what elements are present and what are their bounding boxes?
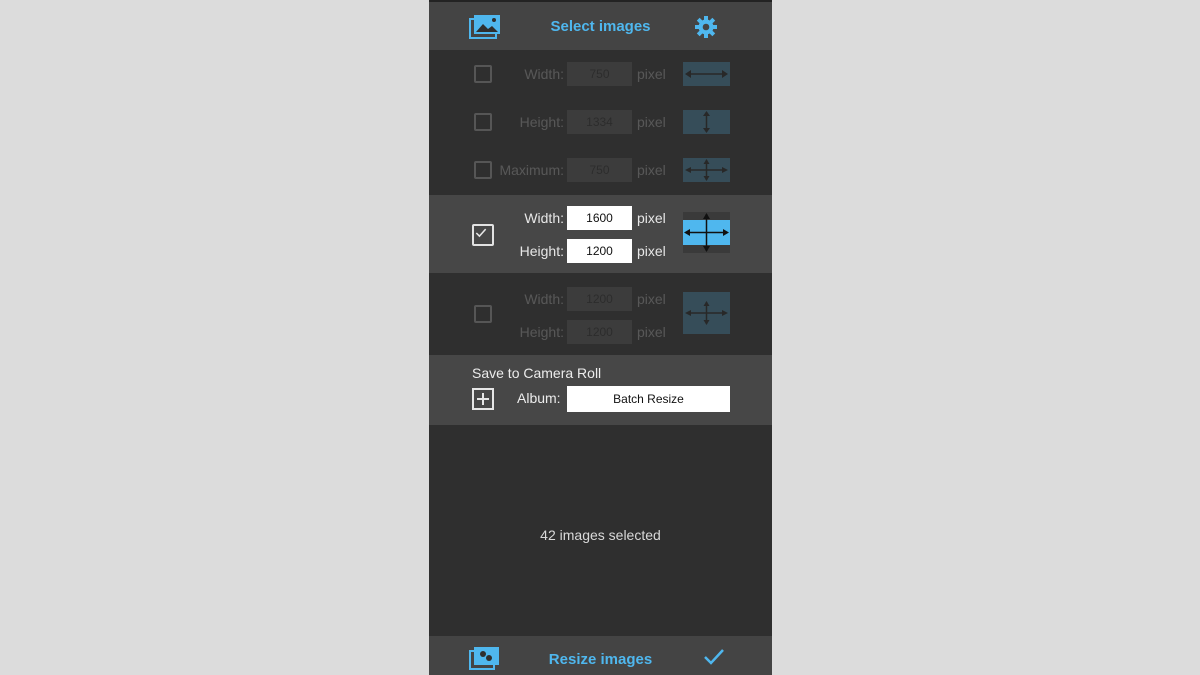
height-field[interactable] xyxy=(567,110,632,134)
stretch-arrows-icon xyxy=(683,212,730,253)
option-width-height-checkbox[interactable] xyxy=(472,224,494,246)
checkmark-icon[interactable] xyxy=(703,648,725,666)
height-label: Height: xyxy=(519,324,564,340)
add-album-button[interactable] xyxy=(472,388,494,410)
width-field[interactable] xyxy=(567,287,632,311)
pixel-unit: pixel xyxy=(637,66,666,82)
pixel-unit: pixel xyxy=(637,243,666,259)
checkmark-icon xyxy=(475,228,487,238)
height-arrows-icon xyxy=(683,110,730,134)
pixel-unit: pixel xyxy=(637,324,666,340)
option-fit[interactable]: Width: pixel Height: pixel xyxy=(429,276,772,354)
option-height[interactable]: Height: pixel xyxy=(429,98,772,146)
height-label: Height: xyxy=(519,243,564,259)
width-label: Width: xyxy=(524,291,564,307)
pixel-unit: pixel xyxy=(637,210,666,226)
option-maximum[interactable]: Maximum: pixel xyxy=(429,146,772,194)
top-bar: Select images xyxy=(429,0,772,50)
width-label: Width: xyxy=(524,210,564,226)
option-width-height[interactable]: Width: pixel Height: pixel xyxy=(429,195,772,273)
gear-icon[interactable] xyxy=(695,16,717,38)
width-field[interactable] xyxy=(567,206,632,230)
maximum-field[interactable] xyxy=(567,158,632,182)
pixel-unit: pixel xyxy=(637,291,666,307)
height-label: Height: xyxy=(519,114,564,130)
pixel-unit: pixel xyxy=(637,162,666,178)
height-field[interactable] xyxy=(567,239,632,263)
width-label: Width: xyxy=(524,66,564,82)
option-maximum-checkbox[interactable] xyxy=(474,161,492,179)
width-arrows-icon xyxy=(683,62,730,86)
header-title: Select images xyxy=(550,18,651,35)
bottom-bar: Resize images xyxy=(429,636,772,675)
album-field[interactable] xyxy=(567,386,730,412)
width-field[interactable] xyxy=(567,62,632,86)
save-title: Save to Camera Roll xyxy=(472,365,602,381)
pixel-unit: pixel xyxy=(637,114,666,130)
save-section: Save to Camera Roll Album: xyxy=(429,355,772,425)
maximum-arrows-icon xyxy=(683,158,730,182)
app-screen: Select images Width: p xyxy=(429,0,772,675)
maximum-label: Maximum: xyxy=(499,162,564,178)
option-width-checkbox[interactable] xyxy=(474,65,492,83)
option-width[interactable]: Width: pixel xyxy=(429,50,772,98)
selection-status: 42 images selected xyxy=(540,527,661,543)
album-label: Album: xyxy=(517,390,561,406)
option-height-checkbox[interactable] xyxy=(474,113,492,131)
option-fit-checkbox[interactable] xyxy=(474,305,492,323)
fit-arrows-icon xyxy=(683,292,730,334)
plus-icon xyxy=(477,393,489,405)
height-field[interactable] xyxy=(567,320,632,344)
